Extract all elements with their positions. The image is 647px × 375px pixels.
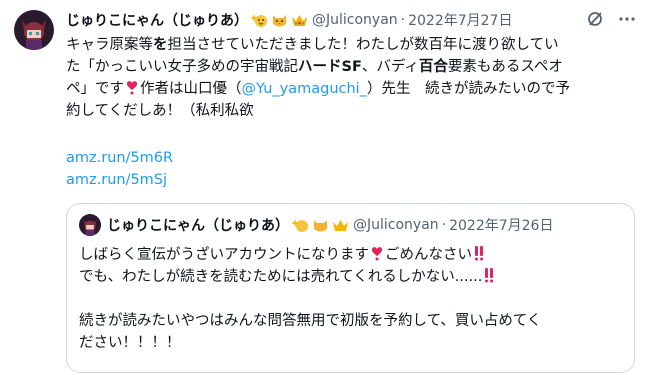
crown-emoji	[332, 217, 349, 234]
bold-text: ハードSF	[298, 59, 362, 75]
tweet-line: た「かっこいい女子多めの宇宙戦記ハードSF、バディ百合要素もあるスペオ	[66, 56, 636, 78]
bold-text: 百合	[418, 59, 448, 75]
quoted-handle: @Juliconyan	[353, 217, 439, 233]
tweet-links: amz.run/5m6R amz.run/5mSj	[66, 147, 173, 191]
mention-link[interactable]: @Yu_yamaguchi_	[242, 81, 367, 97]
quoted-blank-line	[79, 288, 541, 310]
separator: ·	[400, 12, 406, 28]
tweet-text: キャラ原案等を担当させていただきました！わたしが数百年に渡り欲してい た「かっこ…	[66, 34, 636, 122]
cat-emoji	[271, 12, 288, 29]
sparkle-face-emoji	[291, 217, 309, 234]
quoted-line: しばらく宣伝がうざいアカウントになります ごめんなさい	[79, 244, 541, 266]
display-name[interactable]: じゅりこにゃん（じゅりあ）	[66, 10, 248, 30]
text-segment: しばらく宣伝がうざいアカウントになります	[79, 247, 369, 263]
tweet-line: 約してくだしあ！（私利私欲	[66, 100, 636, 122]
quoted-display-name: じゅりこにゃん（じゅりあ）	[107, 218, 289, 234]
quoted-tweet[interactable]: じゅりこにゃん（じゅりあ） @Juliconyan · 2022年7月26日 し…	[66, 203, 635, 373]
tweet-line: キャラ原案等を担当させていただきました！わたしが数百年に渡り欲してい	[66, 34, 636, 56]
quoted-line: でも、わたしが続きを読むためには売れてくれるしかない......	[79, 266, 541, 288]
text-segment: キャラ原案等	[66, 37, 153, 53]
heart-exclamation-icon	[370, 245, 384, 261]
text-segment: ごめんなさい	[385, 247, 472, 263]
avatar[interactable]	[14, 10, 54, 50]
more-options-icon[interactable]	[616, 8, 638, 30]
cat-emoji	[312, 217, 329, 234]
timestamp[interactable]: 2022年7月27日	[408, 10, 512, 30]
quoted-text: しばらく宣伝がうざいアカウントになります ごめんなさい でも、わたしが続きを読むた…	[79, 244, 541, 354]
url-link[interactable]: amz.run/5m6R	[66, 147, 173, 169]
double-exclamation-icon	[482, 267, 496, 283]
text-segment: でも、わたしが続きを読むためには売れてくれるしかない......	[79, 269, 483, 285]
double-exclamation-icon	[472, 245, 486, 261]
text-segment: 担当させていただきました！わたしが数百年に渡り欲してい	[167, 37, 559, 53]
quoted-line: ださい！！！！	[79, 332, 541, 354]
heart-exclamation-icon	[125, 79, 139, 95]
quoted-avatar[interactable]	[79, 214, 101, 236]
text-segment: 要素もあるスペオ	[447, 59, 563, 75]
url-link[interactable]: amz.run/5mSj	[66, 169, 173, 191]
quoted-header: じゅりこにゃん（じゅりあ） @Juliconyan · 2022年7月26日	[107, 214, 553, 236]
text-segment: ）先生 続きが読みたいので予	[366, 81, 570, 97]
text-segment: 続きが読みたいやつはみんな問答無用で初版を予約して、買い占めてく	[79, 313, 542, 329]
text-segment: 約してくだしあ！（私利私欲	[66, 103, 254, 119]
sparkle-face-emoji	[250, 12, 268, 29]
crown-emoji	[291, 12, 308, 29]
text-segment: 、バディ	[361, 59, 419, 75]
quoted-line: 続きが読みたいやつはみんな問答無用で初版を予約して、買い占めてく	[79, 310, 541, 332]
quoted-timestamp: 2022年7月26日	[449, 218, 554, 234]
separator: ·	[441, 217, 447, 233]
text-segment: 作者は山口優（	[140, 81, 242, 97]
handle[interactable]: @Juliconyan	[312, 12, 398, 28]
text-segment: ださい！！！！	[79, 335, 181, 351]
tweet-line: ペ」です 作者は山口優（@Yu_yamaguchi_）先生 続きが読みたいので予	[66, 78, 636, 100]
bold-text: を	[153, 37, 168, 53]
tweet-header: じゅりこにゃん（じゅりあ） @Juliconyan · 2022年7月27日	[66, 10, 626, 30]
text-segment: た「かっこいい女子多めの宇宙戦記	[66, 59, 298, 75]
text-segment: ペ」です	[66, 81, 124, 97]
grok-icon[interactable]	[584, 8, 606, 30]
